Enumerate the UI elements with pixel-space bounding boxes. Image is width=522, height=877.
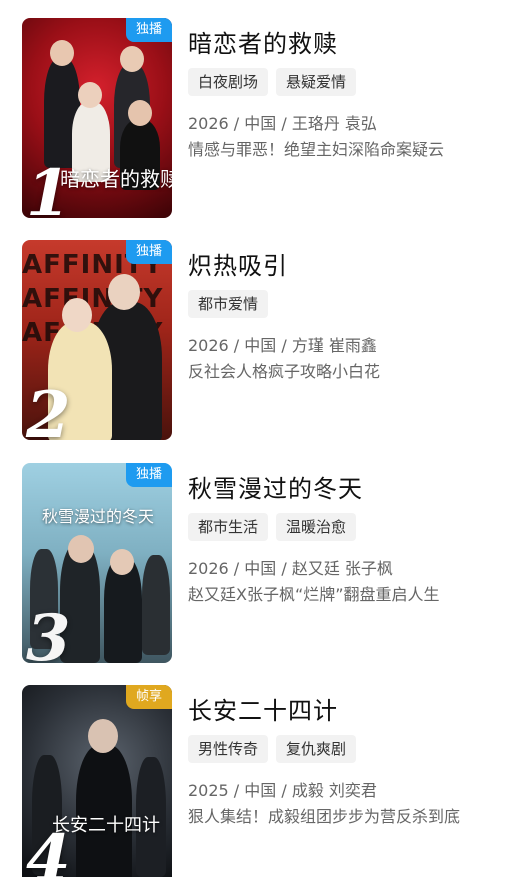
poster-figure-head xyxy=(50,40,74,66)
exclusive-badge: 帧享 xyxy=(126,685,172,709)
poster-figure-head xyxy=(110,549,134,575)
exclusive-badge: 独播 xyxy=(126,240,172,264)
drama-title[interactable]: 暗恋者的救赎 xyxy=(188,24,338,59)
exclusive-badge: 独播 xyxy=(126,463,172,487)
poster-figure-head xyxy=(120,46,144,72)
genre-tag[interactable]: 复仇爽剧 xyxy=(276,735,357,763)
genre-tag[interactable]: 都市爱情 xyxy=(188,290,269,318)
poster-figure-head xyxy=(68,535,94,563)
drama-meta: 2025 / 中国 / 成毅 刘奕君 xyxy=(188,781,377,800)
drama-title[interactable]: 秋雪漫过的冬天 xyxy=(188,469,363,504)
genre-tag[interactable]: 悬疑爱情 xyxy=(276,68,357,96)
drama-meta: 2026 / 中国 / 王珞丹 袁弘 xyxy=(188,114,377,133)
genre-tag[interactable]: 男性传奇 xyxy=(188,735,269,763)
genre-tags: 男性传奇 复仇爽剧 xyxy=(188,735,357,763)
drama-item[interactable]: 秋雪漫过的冬天 3 独播 秋雪漫过的冬天 都市生活 温暖治愈 2026 / 中国… xyxy=(0,463,522,668)
drama-title[interactable]: 长安二十四计 xyxy=(188,691,338,726)
exclusive-badge: 独播 xyxy=(126,18,172,42)
drama-poster[interactable]: 暗恋者的救赎 1 独播 xyxy=(22,18,172,218)
poster-figure-head xyxy=(78,82,102,108)
drama-description: 反社会人格疯子攻略小白花 xyxy=(188,362,381,381)
poster-title-text: 秋雪漫过的冬天 xyxy=(42,507,155,526)
poster-figure xyxy=(142,555,170,655)
drama-description: 狠人集结！成毅组团步步为营反杀到底 xyxy=(188,807,461,826)
poster-figure-head xyxy=(62,298,92,332)
drama-poster[interactable]: AFFINITY AFFINITY AFFINITY 2 独播 xyxy=(22,240,172,440)
drama-item[interactable]: AFFINITY AFFINITY AFFINITY 2 独播 炽热吸引 都市爱… xyxy=(0,240,522,445)
genre-tag[interactable]: 温暖治愈 xyxy=(276,513,357,541)
rank-number: 2 xyxy=(26,378,71,441)
poster-figure-head xyxy=(108,274,140,310)
genre-tag[interactable]: 白夜剧场 xyxy=(188,68,269,96)
poster-title-text: 暗恋者的救赎 xyxy=(60,167,172,191)
drama-item[interactable]: 暗恋者的救赎 1 独播 暗恋者的救赎 白夜剧场 悬疑爱情 2026 / 中国 /… xyxy=(0,18,522,223)
drama-meta: 2026 / 中国 / 赵又廷 张子枫 xyxy=(188,559,393,578)
poster-figure-head xyxy=(88,719,118,753)
rank-number: 1 xyxy=(26,156,71,219)
drama-description: 赵又廷X张子枫“烂牌”翻盘重启人生 xyxy=(188,585,440,604)
drama-ranking-list: 暗恋者的救赎 1 独播 暗恋者的救赎 白夜剧场 悬疑爱情 2026 / 中国 /… xyxy=(0,0,522,877)
drama-description: 情感与罪恶！绝望主妇深陷命案疑云 xyxy=(188,140,445,159)
genre-tags: 都市爱情 xyxy=(188,290,269,318)
drama-poster[interactable]: 长安二十四计 4 帧享 xyxy=(22,685,172,877)
drama-meta: 2026 / 中国 / 方瑾 崔雨鑫 xyxy=(188,336,377,355)
genre-tags: 都市生活 温暖治愈 xyxy=(188,513,357,541)
drama-item[interactable]: 长安二十四计 4 帧享 长安二十四计 男性传奇 复仇爽剧 2025 / 中国 /… xyxy=(0,685,522,877)
genre-tags: 白夜剧场 悬疑爱情 xyxy=(188,68,357,96)
rank-number: 4 xyxy=(26,821,71,877)
drama-poster[interactable]: 秋雪漫过的冬天 3 独播 xyxy=(22,463,172,663)
genre-tag[interactable]: 都市生活 xyxy=(188,513,269,541)
drama-title[interactable]: 炽热吸引 xyxy=(188,246,288,281)
rank-number: 3 xyxy=(26,601,71,664)
poster-figure-head xyxy=(128,100,152,126)
